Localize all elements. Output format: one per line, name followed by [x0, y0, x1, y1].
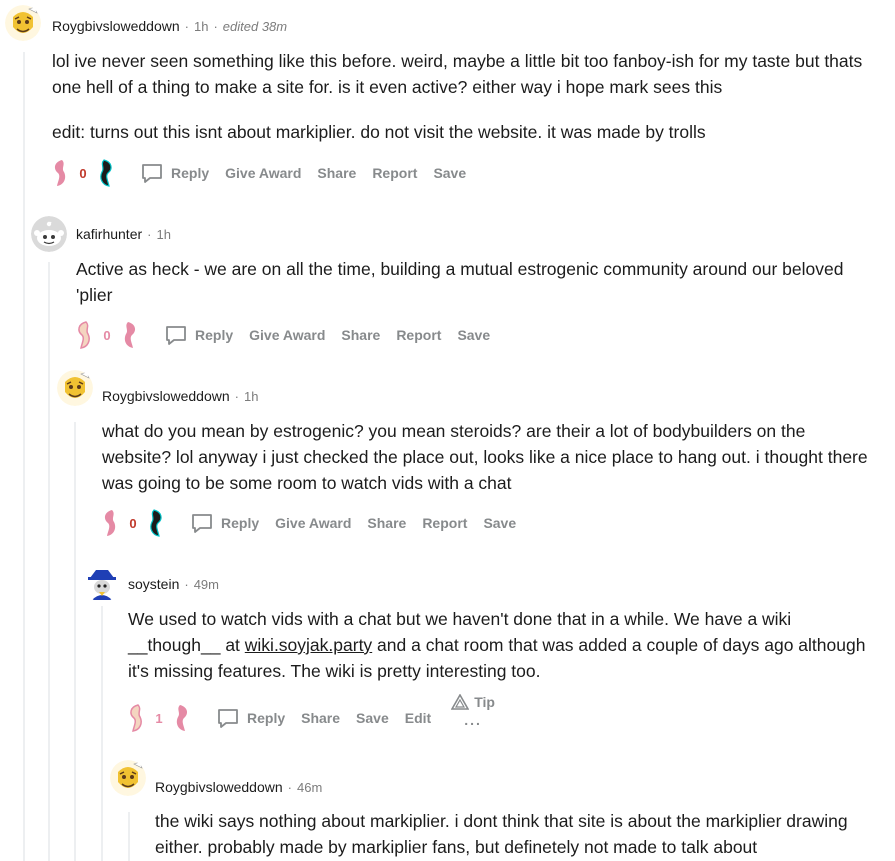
timestamp[interactable]: 46m — [297, 780, 322, 795]
report-button[interactable]: Report — [396, 327, 441, 343]
vote-controls: 1 — [128, 704, 192, 732]
separator: · — [184, 576, 189, 592]
timestamp[interactable]: 49m — [194, 577, 219, 592]
tip-menu[interactable]: Tip ... — [451, 694, 495, 728]
comment-body: lol ive never seen something like this b… — [52, 48, 882, 145]
comment-text: the wiki says nothing about markiplier. … — [155, 811, 848, 857]
share-button[interactable]: Share — [341, 327, 380, 343]
author-name[interactable]: Roygbivsloweddown — [102, 388, 230, 404]
comment-actions: 0 Reply Give Award Share Report Save — [102, 508, 516, 538]
thread-line[interactable] — [23, 52, 25, 861]
speech-bubble-icon — [192, 514, 212, 533]
share-button[interactable]: Share — [317, 165, 356, 181]
speech-bubble-icon — [166, 326, 186, 345]
comment-meta: Roygbivsloweddown · 46m — [155, 779, 322, 795]
comment-text: Active as heck - we are on all the time,… — [76, 259, 844, 305]
vote-controls: 0 — [52, 159, 116, 187]
comment-text: what do you mean by estrogenic? you mean… — [102, 421, 868, 493]
comment-body: We used to watch vids with a chat but we… — [128, 606, 868, 684]
thread-line[interactable] — [48, 262, 50, 861]
reply-label: Reply — [221, 515, 260, 531]
comment-text: edit: turns out this isnt about markipli… — [52, 122, 706, 142]
give-award-button[interactable]: Give Award — [225, 165, 301, 181]
edit-button[interactable]: Edit — [405, 710, 431, 726]
upvote-icon[interactable] — [76, 321, 92, 349]
avatar[interactable] — [31, 216, 67, 252]
tip-button[interactable]: Tip — [451, 694, 495, 710]
reply-label: Reply — [171, 165, 210, 181]
author-name[interactable]: Roygbivsloweddown — [52, 18, 180, 34]
author-name[interactable]: Roygbivsloweddown — [155, 779, 283, 795]
comment-body: the wiki says nothing about markiplier. … — [155, 808, 885, 860]
separator: · — [184, 18, 189, 34]
avatar[interactable] — [84, 566, 120, 602]
avatar[interactable] — [5, 5, 41, 41]
thread-line[interactable] — [74, 422, 76, 861]
vote-controls: 0 — [102, 509, 166, 537]
comment-text: lol ive never seen something like this b… — [52, 51, 863, 97]
separator: · — [213, 18, 218, 34]
speech-bubble-icon — [142, 164, 162, 183]
timestamp[interactable]: 1h — [244, 389, 258, 404]
downvote-icon[interactable] — [174, 704, 192, 732]
author-name[interactable]: soystein — [128, 576, 179, 592]
upvote-icon[interactable] — [128, 704, 144, 732]
save-button[interactable]: Save — [457, 327, 490, 343]
save-button[interactable]: Save — [356, 710, 389, 726]
avatar[interactable] — [57, 370, 93, 406]
comment-meta: Roygbivsloweddown · 1h · edited 38m — [52, 18, 287, 34]
comment-meta: Roygbivsloweddown · 1h — [102, 388, 258, 404]
reply-button[interactable]: Reply — [140, 161, 209, 185]
downvote-icon[interactable] — [98, 159, 116, 187]
reply-button[interactable]: Reply — [190, 511, 259, 535]
share-button[interactable]: Share — [301, 710, 340, 726]
upvote-icon[interactable] — [102, 509, 118, 537]
author-name[interactable]: kafirhunter — [76, 226, 142, 242]
reply-button[interactable]: Reply — [216, 706, 285, 730]
save-button[interactable]: Save — [433, 165, 466, 181]
share-button[interactable]: Share — [367, 515, 406, 531]
separator: · — [287, 779, 292, 795]
vote-controls: 0 — [76, 321, 140, 349]
thread-line[interactable] — [128, 812, 130, 861]
comment-meta: soystein · 49m — [128, 576, 219, 592]
save-button[interactable]: Save — [483, 515, 516, 531]
vote-score: 0 — [79, 165, 87, 181]
comment-actions: 1 Reply Share Save Edit Tip ... — [128, 694, 495, 733]
comment-text: We used to watch vids with a chat but we… — [128, 606, 868, 684]
reply-button[interactable]: Reply — [164, 323, 233, 347]
reply-label: Reply — [247, 710, 286, 726]
separator: · — [234, 388, 239, 404]
more-options-icon[interactable]: ... — [464, 712, 482, 728]
give-award-button[interactable]: Give Award — [249, 327, 325, 343]
comment-body: Active as heck - we are on all the time,… — [76, 256, 856, 308]
comment-body: what do you mean by estrogenic? you mean… — [102, 418, 877, 496]
vote-score: 0 — [129, 515, 137, 531]
tip-label: Tip — [474, 694, 495, 710]
edited-label: edited 38m — [222, 18, 288, 34]
upvote-icon[interactable] — [52, 159, 68, 187]
separator: · — [147, 226, 152, 242]
give-award-button[interactable]: Give Award — [275, 515, 351, 531]
comment-actions: 0 Reply Give Award Share Report Save — [52, 158, 466, 188]
speech-bubble-icon — [218, 709, 238, 728]
vote-score: 0 — [103, 327, 111, 343]
vote-score: 1 — [155, 710, 163, 726]
thread-line[interactable] — [101, 606, 103, 861]
timestamp[interactable]: 1h — [194, 19, 208, 34]
timestamp[interactable]: 1h — [157, 227, 171, 242]
downvote-icon[interactable] — [148, 509, 166, 537]
comment-actions: 0 Reply Give Award Share Report Save — [76, 320, 490, 350]
triangle-logo-icon — [451, 694, 470, 710]
comment-meta: kafirhunter · 1h — [76, 226, 171, 242]
report-button[interactable]: Report — [372, 165, 417, 181]
downvote-icon[interactable] — [122, 321, 140, 349]
reply-label: Reply — [195, 327, 234, 343]
avatar[interactable] — [110, 760, 146, 796]
report-button[interactable]: Report — [422, 515, 467, 531]
wiki-link[interactable]: wiki.soyjak.party — [245, 635, 372, 655]
